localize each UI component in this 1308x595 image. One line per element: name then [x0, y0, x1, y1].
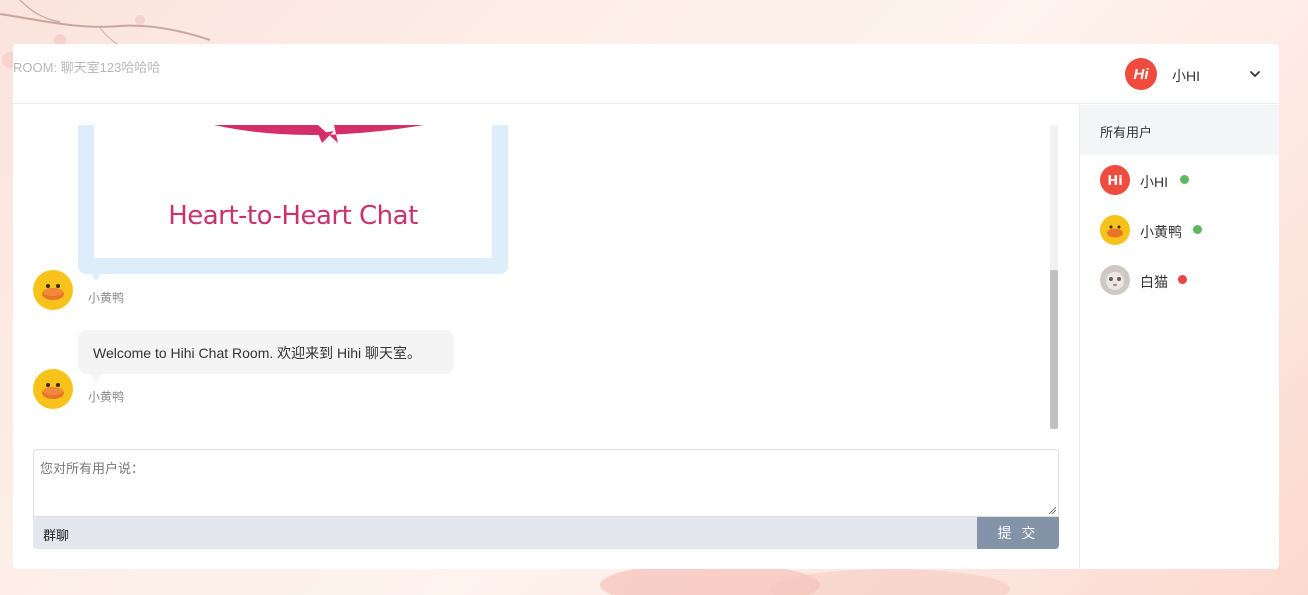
- message-composer: 群聊 提 交: [33, 449, 1059, 549]
- chat-room-panel: ROOM: 聊天室123哈哈哈 Hi 小HI Heart-to-Heart Ch…: [13, 44, 1279, 569]
- chat-image[interactable]: Heart-to-Heart Chat: [94, 125, 492, 258]
- user-list-item[interactable]: Hi 小HI: [1080, 160, 1279, 200]
- header-bar: ROOM: 聊天室123哈哈哈 Hi 小HI: [13, 44, 1279, 104]
- bubble-tail: [90, 373, 102, 382]
- submit-button[interactable]: 提 交: [977, 517, 1059, 549]
- user-list-item[interactable]: 小黄鸭: [1080, 210, 1279, 250]
- online-status-dot: [1180, 175, 1189, 184]
- image-caption: Heart-to-Heart Chat: [168, 201, 418, 231]
- offline-status-dot: [1178, 275, 1187, 284]
- image-message-bubble: Heart-to-Heart Chat: [78, 125, 508, 274]
- text-message-bubble: Welcome to Hihi Chat Room. 欢迎来到 Hihi 聊天室…: [78, 330, 454, 374]
- chat-mode-label: 群聊: [43, 528, 70, 543]
- duck-avatar-icon[interactable]: [33, 369, 73, 409]
- cat-avatar-icon: [1100, 265, 1130, 295]
- hi-logo-icon: Hi: [1125, 58, 1157, 90]
- composer-toolbar: 群聊 提 交: [33, 517, 1059, 549]
- duck-avatar-icon: [1100, 215, 1130, 245]
- message-input[interactable]: [33, 449, 1059, 517]
- duck-avatar-icon[interactable]: [33, 270, 73, 310]
- user-list-item[interactable]: 白猫: [1080, 260, 1279, 300]
- message-list[interactable]: Heart-to-Heart Chat 小黄鸭 Welcome to Hihi …: [13, 125, 1059, 429]
- message-text: Welcome to Hihi Chat Room. 欢迎来到 Hihi 聊天室…: [93, 345, 422, 361]
- heart-logo-graphic: [214, 125, 424, 143]
- svg-text:Hi: Hi: [1107, 174, 1122, 189]
- user-name: 小HI: [1140, 174, 1168, 190]
- message-scrollbar[interactable]: [1050, 125, 1058, 429]
- bubble-tail: [90, 271, 102, 281]
- hi-logo-icon: Hi: [1100, 165, 1130, 195]
- room-title: ROOM: 聊天室123哈哈哈: [13, 60, 161, 75]
- resize-handle-icon[interactable]: [1047, 505, 1057, 515]
- sidebar-title: 所有用户: [1080, 105, 1279, 155]
- current-user-name: 小HI: [1172, 68, 1200, 84]
- online-status-dot: [1193, 225, 1202, 234]
- user-list-sidebar: 所有用户 Hi 小HI 小黄鸭 白猫: [1079, 105, 1279, 569]
- scrollbar-thumb[interactable]: [1050, 270, 1058, 429]
- chevron-down-icon[interactable]: [1247, 66, 1263, 82]
- message-sender: 小黄鸭: [88, 291, 125, 305]
- user-menu-dropdown[interactable]: Hi 小HI: [1125, 58, 1265, 90]
- user-name: 小黄鸭: [1140, 224, 1182, 240]
- user-name: 白猫: [1140, 274, 1168, 290]
- message-sender: 小黄鸭: [88, 390, 125, 404]
